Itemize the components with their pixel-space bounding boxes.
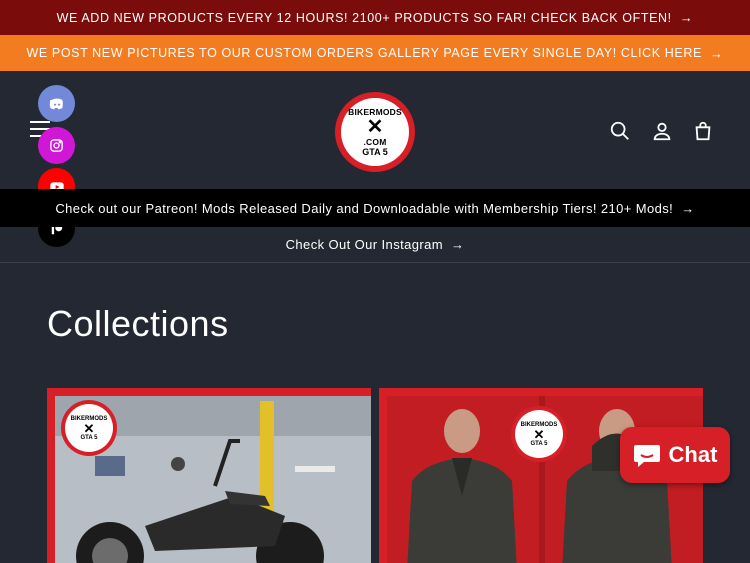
page-title: Collections xyxy=(47,303,229,344)
chat-button[interactable]: Chat xyxy=(620,427,730,483)
announcement-bar-gallery[interactable]: WE POST NEW PICTURES TO OUR CUSTOM ORDER… xyxy=(0,35,750,71)
chat-label: Chat xyxy=(668,442,718,467)
instagram-promo-bar[interactable]: Check Out Our Instagram → xyxy=(0,227,750,263)
instagram-promo-text: Check Out Our Instagram xyxy=(285,237,443,252)
instagram-icon xyxy=(50,139,63,152)
announcement-text: WE POST NEW PICTURES TO OUR CUSTOM ORDER… xyxy=(26,46,702,60)
logo-wrench-icon: ✕ xyxy=(366,116,384,138)
collection-badge-logo: BIKERMODS ✕ GTA 5 xyxy=(511,406,567,462)
discord-link[interactable] xyxy=(38,85,75,122)
site-logo[interactable]: BIKERMODS ✕ .COM GTA 5 xyxy=(335,92,415,172)
collection-card-bikes[interactable]: BIKERMODS ✕ GTA 5 xyxy=(47,388,371,563)
instagram-link[interactable] xyxy=(38,127,75,164)
logo-text-middle: .COM xyxy=(363,137,387,147)
cart-icon[interactable] xyxy=(692,120,714,142)
collection-badge-logo: BIKERMODS ✕ GTA 5 xyxy=(61,400,117,456)
patreon-promo-text: Check out our Patreon! Mods Released Dai… xyxy=(55,200,674,216)
arrow-right-icon: → xyxy=(679,10,694,25)
announcement-text: WE ADD NEW PRODUCTS EVERY 12 HOURS! 2100… xyxy=(56,10,672,25)
logo-text-bottom: GTA 5 xyxy=(362,147,388,157)
account-icon[interactable] xyxy=(651,120,673,142)
chat-bubble-icon xyxy=(633,445,660,467)
announcement-bar-products[interactable]: WE ADD NEW PRODUCTS EVERY 12 HOURS! 2100… xyxy=(0,0,750,35)
arrow-right-icon: → xyxy=(450,237,465,252)
patreon-promo-bar[interactable]: Check out our Patreon! Mods Released Dai… xyxy=(0,189,750,227)
arrow-right-icon: → xyxy=(709,45,724,61)
discord-icon xyxy=(49,98,63,109)
search-icon[interactable] xyxy=(609,120,631,142)
arrow-right-icon: → xyxy=(681,200,695,216)
